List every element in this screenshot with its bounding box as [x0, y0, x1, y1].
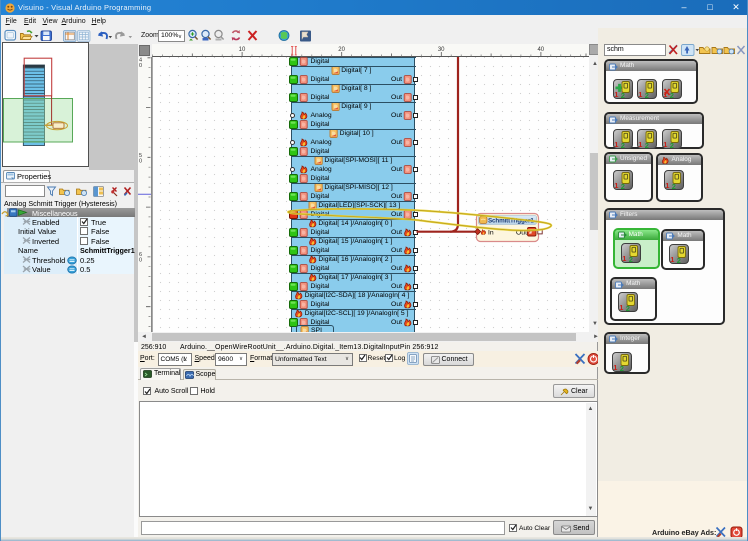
svg-text:2: 2 — [670, 141, 674, 149]
svg-text:2: 2 — [672, 182, 676, 190]
svg-text:In: In — [488, 230, 494, 237]
svg-text:1: 1 — [671, 255, 675, 264]
svg-text:2: 2 — [620, 91, 624, 99]
svg-text:2: 2 — [621, 182, 625, 190]
svg-text:1: 1 — [614, 140, 618, 149]
svg-text:2: 2 — [670, 91, 674, 99]
svg-text:1: 1 — [638, 140, 642, 149]
svg-text:1: 1 — [613, 363, 617, 372]
svg-text:1: 1 — [614, 181, 618, 190]
svg-text:2: 2 — [677, 256, 681, 264]
svg-text:2: 2 — [645, 141, 649, 149]
svg-text:2: 2 — [620, 364, 624, 372]
svg-text:1: 1 — [663, 90, 667, 99]
svg-text:2: 2 — [620, 141, 624, 149]
svg-text:2: 2 — [645, 91, 649, 99]
svg-text:2: 2 — [628, 255, 632, 263]
svg-text:1: 1 — [638, 90, 642, 99]
svg-text:1: 1 — [663, 140, 667, 149]
svg-text:0: 0 — [139, 159, 142, 165]
svg-text:0: 0 — [139, 63, 142, 69]
svg-text:1: 1 — [619, 303, 623, 312]
svg-text:0: 0 — [139, 258, 142, 264]
svg-text:1: 1 — [614, 90, 618, 99]
svg-text:1: 1 — [622, 254, 626, 263]
svg-text:2: 2 — [626, 304, 630, 312]
svg-text:1: 1 — [665, 181, 669, 190]
